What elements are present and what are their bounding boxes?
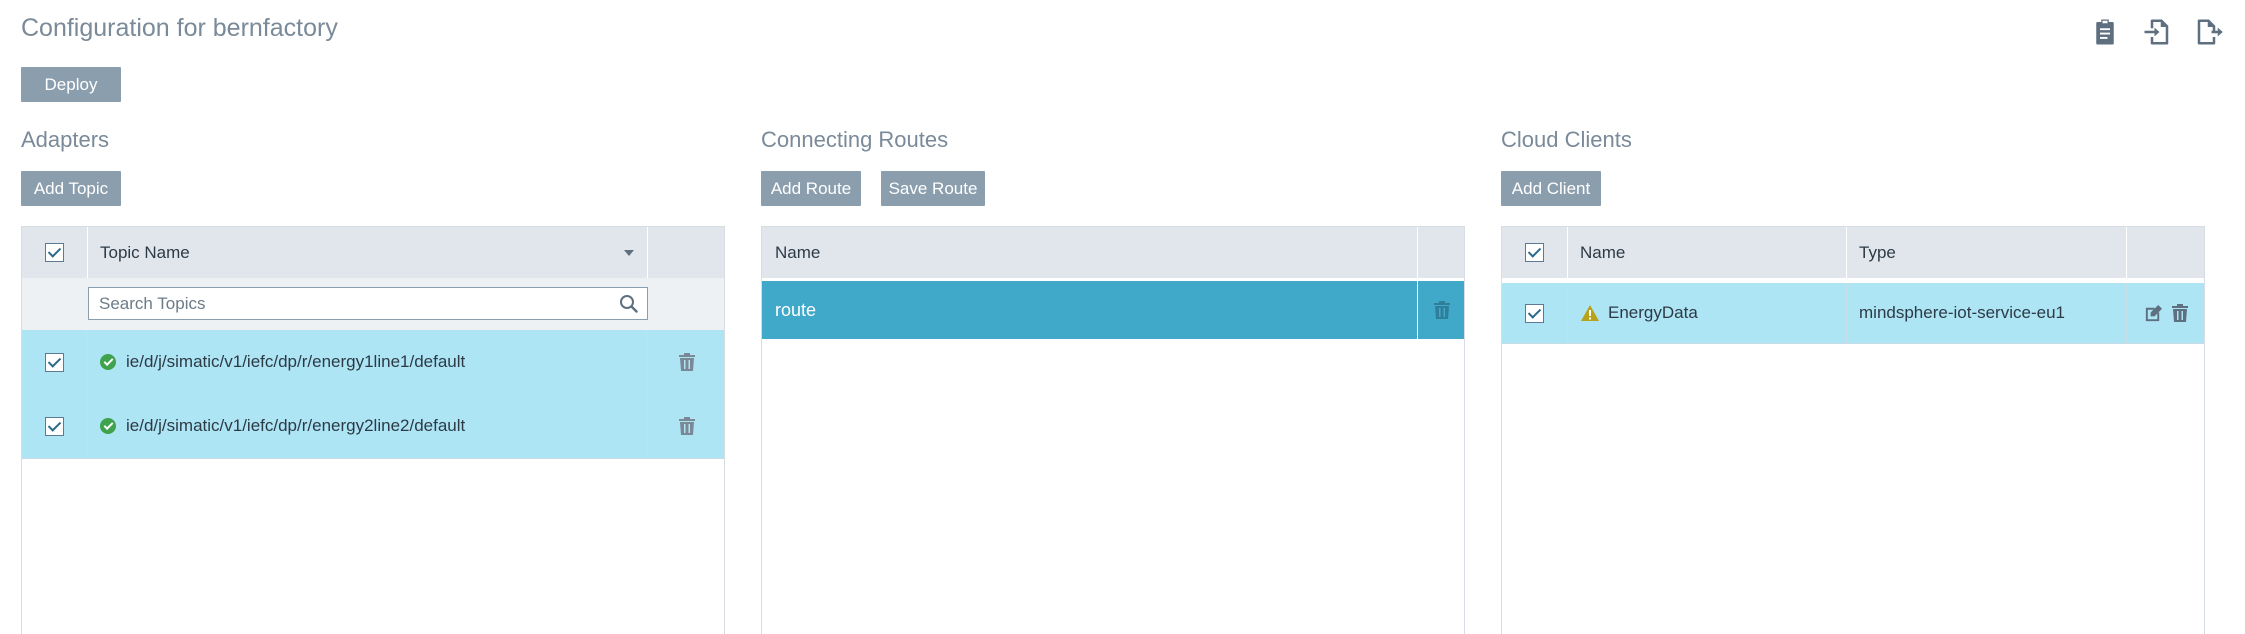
name-column-header[interactable]: Name — [775, 227, 820, 278]
select-all-clients-checkbox[interactable] — [1525, 243, 1544, 262]
routes-table: Name route — [761, 226, 1465, 634]
add-client-button[interactable]: Add Client — [1501, 171, 1601, 206]
status-ok-icon — [100, 354, 116, 370]
delete-icon[interactable] — [648, 330, 725, 394]
clients-table: Name Type EnergyData mindsphere-iot-serv… — [1501, 226, 2205, 634]
name-column-header[interactable]: Name — [1580, 227, 1625, 278]
search-topics-input[interactable] — [97, 292, 621, 315]
delete-icon[interactable] — [2166, 283, 2194, 343]
adapters-table-header: Topic Name — [22, 227, 724, 278]
table-row[interactable]: ie/d/j/simatic/v1/iefc/dp/r/energy2line2… — [22, 394, 724, 459]
routes-title: Connecting Routes — [761, 127, 949, 152]
delete-icon[interactable] — [648, 394, 725, 458]
sort-down-icon[interactable] — [614, 227, 644, 278]
add-topic-button[interactable]: Add Topic — [21, 171, 121, 206]
topic-search-row — [22, 278, 724, 330]
topic-name-column-header[interactable]: Topic Name — [100, 227, 190, 278]
status-ok-icon — [100, 418, 116, 434]
clients-title: Cloud Clients — [1501, 127, 1632, 152]
topic-name: ie/d/j/simatic/v1/iefc/dp/r/energy1line1… — [126, 352, 466, 371]
table-row[interactable]: route — [762, 281, 1464, 339]
deploy-button[interactable]: Deploy — [21, 67, 121, 102]
route-name: route — [775, 299, 817, 320]
save-route-button[interactable]: Save Route — [881, 171, 985, 206]
file-export-icon[interactable] — [2193, 16, 2225, 48]
type-column-header[interactable]: Type — [1859, 227, 1896, 278]
client-name: EnergyData — [1608, 303, 1698, 322]
edit-icon[interactable] — [2142, 283, 2164, 343]
warning-icon — [1581, 305, 1599, 321]
table-row[interactable]: EnergyData mindsphere-iot-service-eu1 — [1502, 283, 2204, 344]
adapters-table: Topic Name ie/d/j/simatic/v1/iefc/dp/r/e… — [21, 226, 725, 634]
row-checkbox[interactable] — [1525, 303, 1544, 323]
add-route-button[interactable]: Add Route — [761, 171, 861, 206]
topic-name: ie/d/j/simatic/v1/iefc/dp/r/energy2line2… — [126, 416, 466, 435]
row-checkbox[interactable] — [45, 352, 64, 372]
clients-table-header: Name Type — [1502, 227, 2204, 278]
delete-icon[interactable] — [1418, 281, 1465, 339]
search-icon[interactable] — [619, 294, 639, 314]
row-checkbox[interactable] — [45, 416, 64, 436]
file-import-icon[interactable] — [2141, 16, 2173, 48]
topic-search-field[interactable] — [88, 287, 648, 320]
routes-table-header: Name — [762, 227, 1464, 278]
client-type: mindsphere-iot-service-eu1 — [1859, 303, 2065, 322]
clipboard-icon[interactable] — [2089, 16, 2121, 48]
adapters-title: Adapters — [21, 127, 110, 152]
page-title: Configuration for bernfactory — [21, 14, 338, 42]
select-all-topics-checkbox[interactable] — [45, 243, 64, 262]
top-toolbar — [2089, 16, 2225, 48]
table-row[interactable]: ie/d/j/simatic/v1/iefc/dp/r/energy1line1… — [22, 330, 724, 395]
